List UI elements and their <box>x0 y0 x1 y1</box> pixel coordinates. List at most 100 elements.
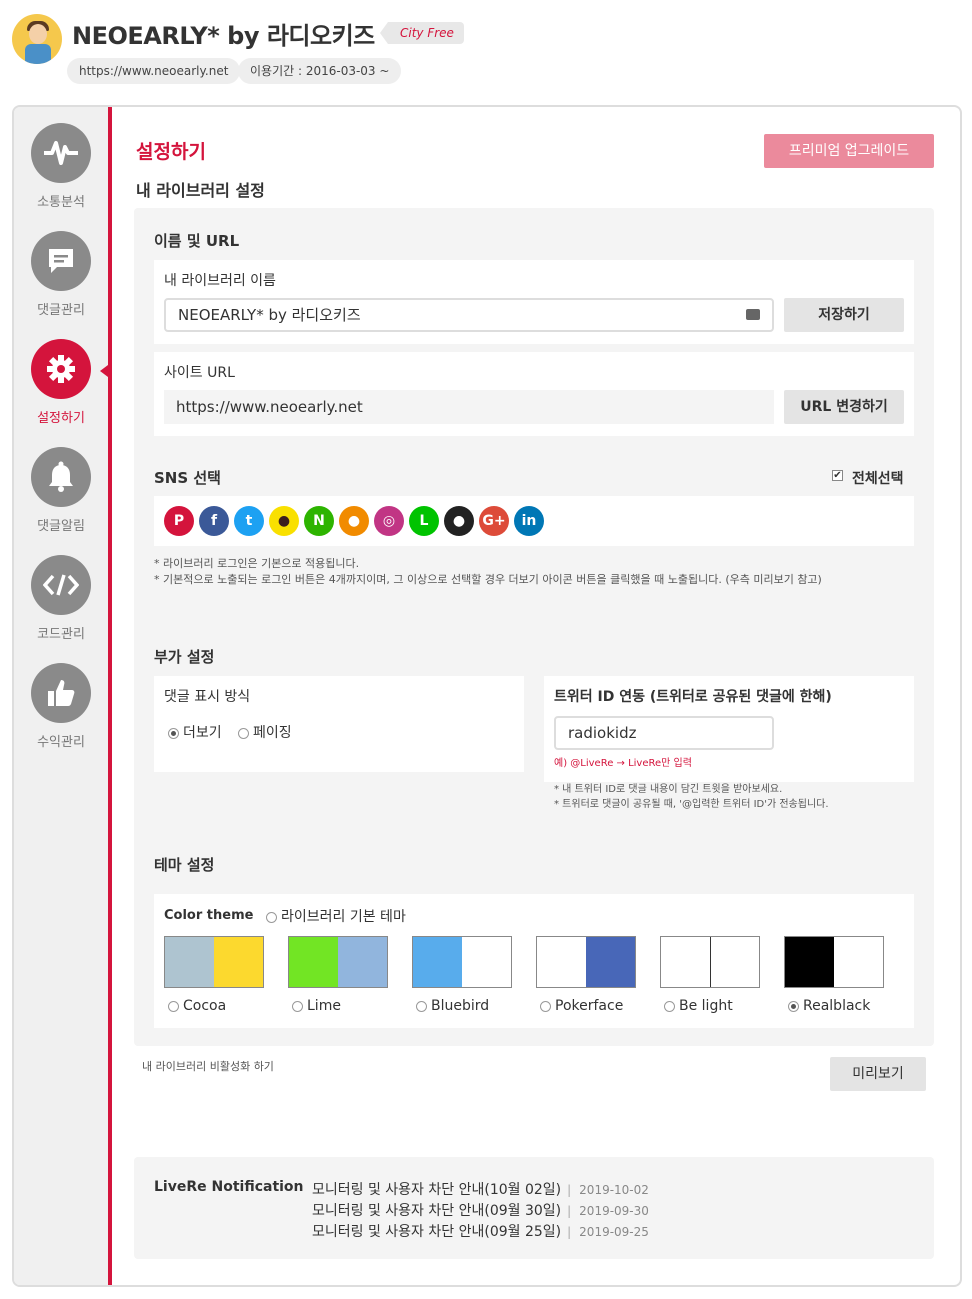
avatar <box>12 14 62 64</box>
theme-option[interactable]: Realblack <box>788 998 870 1014</box>
twitter-id-input[interactable]: radiokidz <box>554 716 774 750</box>
plan-badge: City Free <box>380 22 464 44</box>
extra-title: 부가 설정 <box>154 648 215 666</box>
select-all-label[interactable]: 전체선택 <box>852 468 904 488</box>
thumbs-up-icon <box>31 663 91 723</box>
library-name-box: 내 라이브러리 이름 NEOEARLY* by 라디오키즈 저장하기 <box>154 260 914 344</box>
option-paging[interactable]: 페이징 <box>238 722 292 742</box>
code-icon <box>31 555 91 615</box>
radio-paging[interactable] <box>238 727 249 739</box>
kakaotalk-icon[interactable]: ● <box>269 506 299 536</box>
notification-item[interactable]: 모니터링 및 사용자 차단 안내(10월 02일) | 2019-10-02 <box>312 1179 649 1199</box>
twitter-example: 예) @LiveRe → LiveRe만 입력 <box>554 758 692 769</box>
twitter-icon[interactable]: t <box>234 506 264 536</box>
theme-radio[interactable] <box>292 1000 303 1012</box>
sidebar-item-analysis[interactable]: 소통분석 <box>14 123 108 210</box>
page-subtitle: 내 라이브러리 설정 <box>136 181 265 200</box>
theme-box: Color theme 라이브러리 기본 테마 Cocoa Lime Bluebir… <box>154 894 914 1028</box>
theme-radio[interactable] <box>664 1000 675 1012</box>
gear-icon <box>31 339 91 399</box>
option-more[interactable]: 더보기 <box>168 722 222 742</box>
radio-default-theme[interactable] <box>266 911 277 923</box>
sns-title: SNS 선택 <box>154 469 221 487</box>
bell-icon <box>31 447 91 507</box>
twitter-note-1: * 내 트위터 ID로 댓글 내용이 담긴 트윗을 받아보세요. <box>554 784 783 795</box>
sidebar-item-label: 설정하기 <box>37 411 85 426</box>
google-plus-icon[interactable]: G+ <box>479 506 509 536</box>
theme-radio[interactable] <box>416 1000 427 1012</box>
twitter-label: 트위터 ID 연동 (트위터로 공유된 댓글에 한해) <box>554 689 832 705</box>
sidebar-item-label: 댓글관리 <box>37 303 85 318</box>
instagram-icon[interactable]: ◎ <box>374 506 404 536</box>
theme-swatch[interactable] <box>412 936 512 988</box>
sidebar-item-code[interactable]: 코드관리 <box>14 555 108 642</box>
twitter-box: 트위터 ID 연동 (트위터로 공유된 댓글에 한해) radiokidz 예)… <box>544 676 914 782</box>
site-url-label: 사이트 URL <box>164 365 235 381</box>
theme-title: 테마 설정 <box>154 856 215 874</box>
main-content: 설정하기 내 라이브러리 설정 프리미엄 업그레이드 이름 및 URL 내 라이… <box>112 107 960 1285</box>
sidebar-item-label: 댓글알림 <box>37 519 85 534</box>
preview-button[interactable]: 미리보기 <box>830 1057 926 1091</box>
url-change-button[interactable]: URL 변경하기 <box>784 390 904 424</box>
comment-display-box: 댓글 표시 방식 더보기 페이징 <box>154 676 524 772</box>
twitter-note-2: * 트위터로 댓글이 공유될 때, '@입력한 트위터 ID'가 전송됩니다. <box>554 799 829 810</box>
comment-icon <box>31 231 91 291</box>
notification-panel: LiveRe Notification 모니터링 및 사용자 차단 안내(10월… <box>134 1157 934 1259</box>
page-title: 설정하기 <box>136 141 206 163</box>
theme-radio[interactable] <box>788 1000 799 1012</box>
theme-swatch[interactable] <box>660 936 760 988</box>
theme-option[interactable]: Pokerface <box>540 998 623 1014</box>
theme-swatch[interactable] <box>164 936 264 988</box>
naver-icon[interactable]: N <box>304 506 334 536</box>
theme-radio[interactable] <box>168 1000 179 1012</box>
theme-option[interactable]: Bluebird <box>416 998 489 1014</box>
github-icon[interactable]: ● <box>444 506 474 536</box>
kakaostory-icon[interactable]: ● <box>339 506 369 536</box>
deactivate-link[interactable]: 내 라이브러리 비활성화 하기 <box>142 1059 274 1075</box>
sidebar-item-label: 소통분석 <box>37 195 85 210</box>
site-header: NEOEARLY* by 라디오키즈 City Free https://www… <box>0 0 972 100</box>
theme-swatch[interactable] <box>536 936 636 988</box>
library-name-label: 내 라이브러리 이름 <box>164 273 276 289</box>
sidebar-item-label: 코드관리 <box>37 627 85 642</box>
facebook-icon[interactable]: f <box>199 506 229 536</box>
save-button[interactable]: 저장하기 <box>784 298 904 332</box>
theme-swatch[interactable] <box>288 936 388 988</box>
line-icon[interactable]: L <box>409 506 439 536</box>
radio-more[interactable] <box>168 727 179 739</box>
theme-option[interactable]: Cocoa <box>168 998 226 1014</box>
site-title: NEOEARLY* by 라디오키즈 <box>72 22 375 50</box>
linkedin-icon[interactable]: in <box>514 506 544 536</box>
name-url-title: 이름 및 URL <box>154 232 240 250</box>
settings-panel: 이름 및 URL 내 라이브러리 이름 NEOEARLY* by 라디오키즈 저… <box>134 208 934 1046</box>
notification-item[interactable]: 모니터링 및 사용자 차단 안내(09월 30일) | 2019-09-30 <box>312 1200 649 1220</box>
active-arrow <box>100 365 108 377</box>
sns-icons-box: Pf t ● N ● ◎ L ● G+ in <box>154 496 914 546</box>
sidebar-item-revenue[interactable]: 수익관리 <box>14 663 108 750</box>
library-name-value: NEOEARLY* by 라디오키즈 <box>178 306 361 324</box>
sidebar-item-alerts[interactable]: 댓글알림 <box>14 447 108 534</box>
content-frame: 소통분석 댓글관리 설정하기 댓글알림 코드관리 수익관리 설정하기 내 라이브… <box>12 105 962 1287</box>
pinterest-icon[interactable]: P <box>164 506 194 536</box>
keyboard-icon <box>746 309 760 320</box>
sidebar-item-comments[interactable]: 댓글관리 <box>14 231 108 318</box>
notification-item[interactable]: 모니터링 및 사용자 차단 안내(09월 25일) | 2019-09-25 <box>312 1221 649 1241</box>
premium-upgrade-button[interactable]: 프리미엄 업그레이드 <box>764 134 934 168</box>
sidebar: 소통분석 댓글관리 설정하기 댓글알림 코드관리 수익관리 <box>14 107 108 1285</box>
sns-note-2: * 기본적으로 노출되는 로그인 버튼은 4개까지이며, 그 이상으로 선택할 … <box>154 573 822 586</box>
sidebar-item-label: 수익관리 <box>37 735 85 750</box>
site-url-input[interactable]: https://www.neoearly.net <box>164 390 774 424</box>
site-url-box: 사이트 URL https://www.neoearly.net URL 변경하… <box>154 352 914 436</box>
site-url-pill[interactable]: https://www.neoearly.net <box>67 58 241 84</box>
library-name-input[interactable]: NEOEARLY* by 라디오키즈 <box>164 298 774 332</box>
notification-title: LiveRe Notification <box>154 1179 304 1195</box>
period-pill: 이용기간 : 2016-03-03 ~ <box>238 58 402 84</box>
sidebar-item-settings[interactable]: 설정하기 <box>14 339 108 426</box>
theme-option[interactable]: Be light <box>664 998 733 1014</box>
select-all-checkbox[interactable]: ✔ <box>832 470 843 481</box>
theme-option[interactable]: Lime <box>292 998 341 1014</box>
option-default-theme[interactable]: 라이브러리 기본 테마 <box>266 906 406 926</box>
theme-radio[interactable] <box>540 1000 551 1012</box>
color-theme-label: Color theme <box>164 908 254 923</box>
theme-swatch[interactable] <box>784 936 884 988</box>
